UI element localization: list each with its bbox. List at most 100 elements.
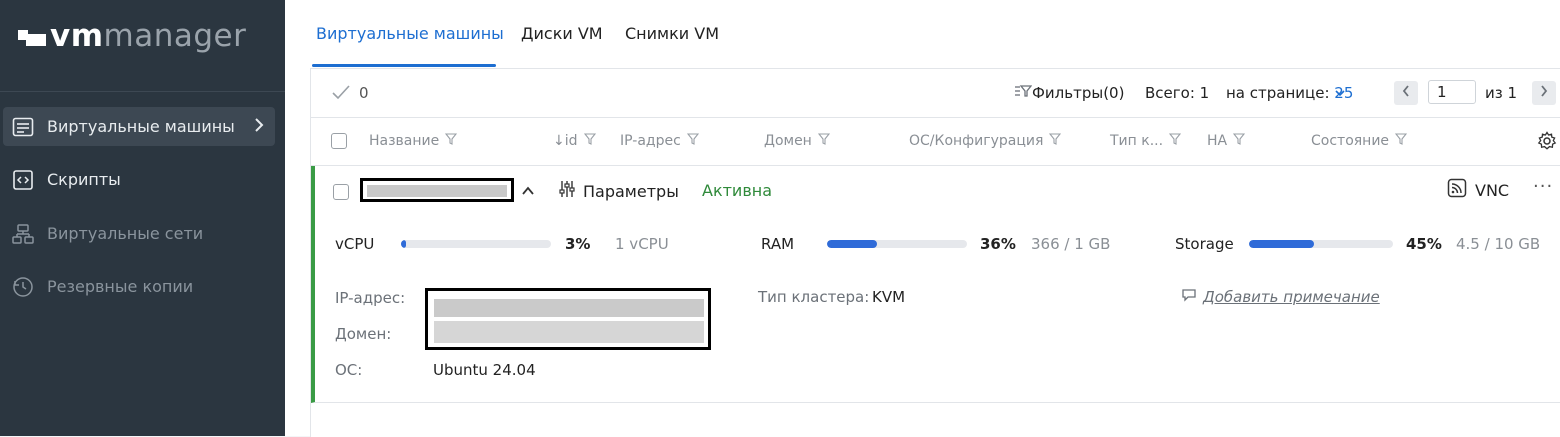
filters-button[interactable]: Фильтры(0)	[1014, 84, 1124, 102]
sidebar-item-label: Резервные копии	[47, 277, 194, 296]
vm-table-panel: 0 Фильтры(0) Всего: 1 на странице: 25 1 …	[310, 68, 1560, 437]
column-filter-icon[interactable]	[817, 133, 830, 149]
per-page-value: 25	[1334, 84, 1354, 102]
column-filter-icon[interactable]	[445, 133, 458, 149]
ip-label: IP-адрес:	[335, 289, 406, 307]
vm-row[interactable]: Параметры Активна VNC ··· vCPU 3% 1 vCPU…	[311, 166, 1560, 403]
filter-icon	[1014, 84, 1033, 102]
tab-vm-snapshots[interactable]: Снимки VM	[625, 24, 719, 44]
column-header-os-config[interactable]: ОС/Конфигурация	[909, 133, 1062, 149]
column-label: ОС/Конфигурация	[909, 133, 1044, 149]
column-filter-icon[interactable]	[1168, 133, 1182, 149]
column-filter-icon[interactable]	[1232, 133, 1246, 149]
comment-icon	[1181, 288, 1197, 306]
sidebar-item-scripts[interactable]: Скрипты	[3, 160, 275, 199]
redacted-ip-domain	[425, 288, 711, 350]
page-total: из 1	[1485, 84, 1518, 102]
column-filter-icon[interactable]	[686, 133, 699, 149]
vcpu-usage-bar	[401, 240, 551, 248]
ram-label: RAM	[761, 235, 795, 253]
gear-icon[interactable]	[1537, 131, 1557, 155]
redacted-vm-name	[360, 178, 514, 202]
sidebar-item-label: Виртуальные машины	[47, 117, 235, 136]
add-note-link[interactable]: Добавить примечание	[1181, 288, 1380, 306]
column-filter-icon[interactable]	[1394, 133, 1408, 149]
cluster-type-value: KVM	[872, 288, 906, 306]
more-options-icon[interactable]: ···	[1533, 176, 1553, 197]
column-header-ip[interactable]: IP-адрес	[620, 133, 699, 149]
vcpu-percent: 3%	[565, 235, 591, 253]
vnc-button[interactable]: VNC	[1447, 178, 1509, 202]
column-header-domain[interactable]: Домен	[764, 133, 830, 149]
column-label: Название	[369, 133, 440, 149]
column-label: id	[564, 133, 578, 149]
per-page-selector[interactable]: на странице: 25	[1226, 84, 1353, 102]
logo-vm-text: vm	[50, 18, 104, 54]
column-label: Тип к...	[1110, 133, 1164, 149]
column-header-state[interactable]: Состояние	[1311, 133, 1408, 149]
chevron-right-icon	[253, 116, 265, 138]
sidebar-item-label: Скрипты	[47, 170, 121, 189]
parameters-label: Параметры	[583, 181, 679, 201]
script-icon	[11, 168, 35, 192]
next-page-button[interactable]	[1532, 81, 1556, 105]
column-header-ha[interactable]: HA	[1207, 133, 1246, 149]
storage-usage-bar	[1249, 240, 1393, 248]
add-note-label: Добавить примечание	[1203, 288, 1380, 306]
cluster-type-label: Тип кластера:	[758, 288, 870, 306]
sidebar-item-virtual-machines[interactable]: Виртуальные машины	[3, 107, 275, 146]
tab-virtual-machines[interactable]: Виртуальные машины	[316, 24, 504, 44]
ram-percent: 36%	[980, 235, 1016, 253]
checkmark-icon	[331, 83, 351, 105]
sidebar-divider	[0, 91, 285, 92]
storage-label: Storage	[1175, 235, 1234, 253]
logo-manager-text: manager	[103, 18, 247, 54]
os-label: ОС:	[335, 361, 363, 379]
sidebar-item-label: Виртуальные сети	[47, 224, 204, 243]
domain-label: Домен:	[335, 325, 392, 343]
column-filter-icon[interactable]	[1049, 133, 1062, 149]
sliders-icon	[559, 180, 575, 202]
tab-bar: Виртуальные машины Диски VM Снимки VM	[285, 0, 1560, 68]
ram-usage-bar	[827, 240, 967, 248]
table-header: Название ↓ id IP-адрес Домен ОС/Конфигур…	[311, 118, 1560, 166]
column-header-name[interactable]: Название	[369, 133, 458, 149]
backup-icon	[11, 275, 35, 299]
column-label: IP-адрес	[620, 133, 681, 149]
active-tab-indicator	[312, 64, 496, 67]
vm-list-icon	[11, 115, 35, 139]
vnc-label: VNC	[1475, 180, 1510, 200]
page-number-input[interactable]: 1	[1428, 80, 1476, 104]
vnc-icon	[1447, 178, 1467, 202]
column-filter-icon[interactable]	[583, 133, 596, 149]
column-label: Состояние	[1311, 133, 1390, 149]
total-count: Всего: 1	[1145, 84, 1210, 102]
prev-page-button[interactable]	[1394, 81, 1418, 105]
sidebar: vmmanager Виртуальные машины Скрипты Вир…	[0, 0, 285, 436]
vcpu-label: vCPU	[335, 235, 375, 253]
storage-amount: 4.5 / 10 GB	[1456, 235, 1541, 253]
per-page-label: на странице:	[1226, 84, 1330, 102]
chevron-right-icon	[1539, 84, 1549, 102]
app-logo[interactable]: vmmanager	[18, 16, 246, 56]
filters-label: Фильтры(0)	[1032, 84, 1125, 102]
sidebar-item-virtual-networks[interactable]: Виртуальные сети	[3, 214, 275, 253]
logo-mark-icon	[18, 26, 46, 46]
table-toolbar: 0 Фильтры(0) Всего: 1 на странице: 25 1 …	[311, 69, 1560, 118]
column-label: Домен	[764, 133, 812, 149]
sort-desc-icon: ↓	[553, 133, 565, 149]
parameters-button[interactable]: Параметры	[559, 180, 679, 202]
select-all-checkbox[interactable]	[331, 133, 347, 149]
os-value: Ubuntu 24.04	[433, 361, 536, 379]
ram-amount: 366 / 1 GB	[1031, 235, 1111, 253]
selected-count: 0	[359, 84, 369, 102]
column-header-cluster-type[interactable]: Тип к...	[1110, 133, 1182, 149]
vcpu-amount: 1 vCPU	[615, 235, 669, 253]
sidebar-item-backups[interactable]: Резервные копии	[3, 267, 275, 306]
tab-vm-disks[interactable]: Диски VM	[521, 24, 603, 44]
column-header-id[interactable]: ↓ id	[553, 133, 596, 149]
storage-percent: 45%	[1406, 235, 1442, 253]
column-label: HA	[1207, 133, 1228, 149]
collapse-chevron-up-icon[interactable]	[521, 182, 535, 201]
row-checkbox[interactable]	[333, 184, 349, 200]
